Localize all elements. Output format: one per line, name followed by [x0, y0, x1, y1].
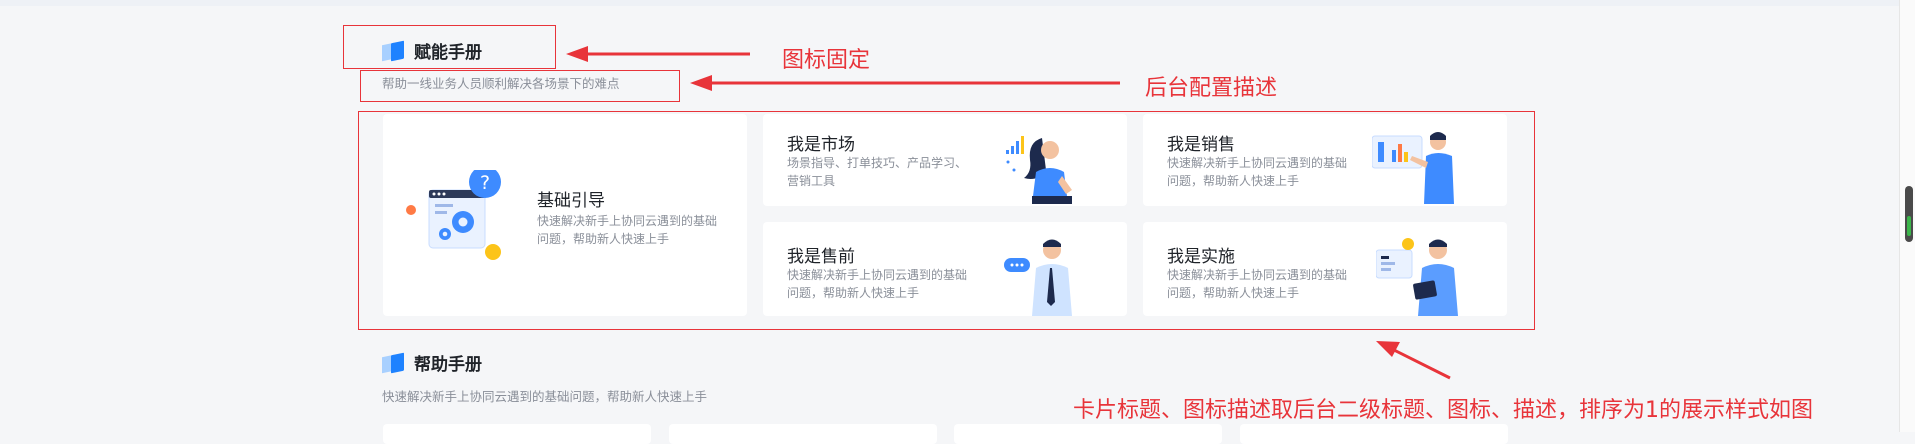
vertical-scrollbar[interactable]: [1899, 0, 1915, 432]
annotation-backend-desc: 后台配置描述: [1145, 76, 1278, 101]
annotation-arrows: [566, 46, 1451, 380]
annotation-icon-fixed: 图标固定: [782, 48, 871, 73]
scrollbar-grip-icon: [1907, 216, 1911, 236]
annotation-card-note: 卡片标题、图标描述取后台二级标题、图标、描述，排序为1的展示样式如图: [1073, 398, 1813, 423]
